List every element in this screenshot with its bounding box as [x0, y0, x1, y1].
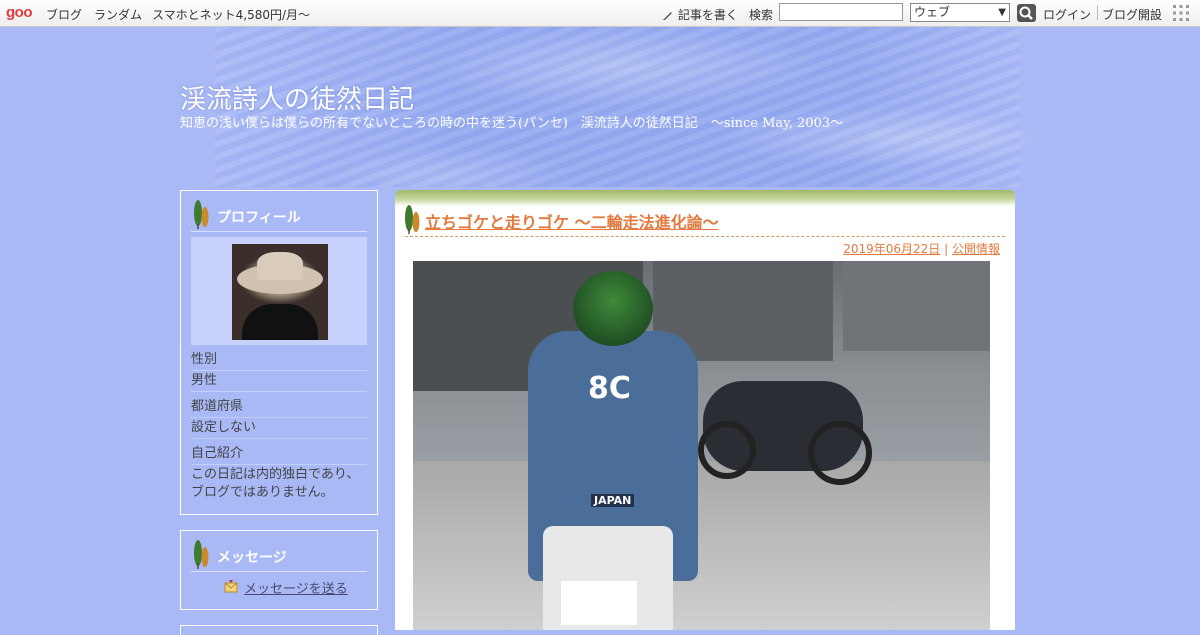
avatar[interactable] — [232, 244, 328, 340]
post-title-link[interactable]: 立ちゴケと走りゴケ ～二輪走法進化論～ — [425, 209, 719, 233]
app-grid-icon[interactable] — [1172, 4, 1190, 22]
profile-heading: プロフィール — [217, 210, 301, 226]
meta-separator: | — [944, 242, 949, 256]
search-label: 検索 — [749, 8, 774, 22]
license-plate — [561, 581, 637, 625]
jacket-text: 8C — [588, 371, 631, 406]
grass-banner — [395, 190, 1015, 206]
green-helmet — [573, 271, 653, 346]
message-header: メッセージ — [191, 531, 367, 572]
tree-icon — [405, 205, 420, 234]
search-input[interactable] — [779, 3, 903, 21]
write-post-label: 記事を書く — [677, 8, 738, 22]
blog-subtitle: 知恵の浅い僕らは僕らの所有でないところの時の中を迷う(パンセ) 渓流詩人の徒然日… — [180, 116, 844, 131]
blog-header: 渓流詩人の徒然日記 知恵の浅い僕らは僕らの所有でないところの時の中を迷う(パンセ… — [0, 27, 1200, 187]
tree-icon — [194, 540, 209, 569]
profile-label-gender: 性別 — [191, 350, 367, 371]
profile-value-prefecture: 設定しない — [191, 418, 367, 439]
search-icon — [1019, 6, 1033, 20]
profile-value-intro: この日記は内的独白であり、ブログではありません。 — [191, 467, 360, 500]
search-scope-select[interactable]: ウェブ ▼ — [910, 3, 1010, 22]
pen-icon — [663, 12, 672, 20]
nav-smartphone-ad[interactable]: スマホとネット4,580円/月～ — [152, 6, 310, 23]
top-bar: goo ブログ ランダム スマホとネット4,580円/月～ 記事を書く 検索 ウ… — [0, 0, 1200, 27]
profile-header: プロフィール — [191, 191, 367, 232]
jacket-patch-text: JAPAN — [591, 494, 635, 507]
post-meta: 2019年06月22日 | 公開情報 — [395, 240, 1000, 257]
profile-label-intro: 自己紹介 — [191, 444, 367, 465]
write-post-link[interactable]: 記事を書く — [662, 6, 738, 23]
chevron-down-icon: ▼ — [998, 7, 1006, 18]
search-button[interactable] — [1017, 4, 1036, 22]
profile-label-prefecture: 都道府県 — [191, 397, 367, 418]
message-box: メッセージ メッセージを送る — [180, 530, 378, 610]
login-link[interactable]: ログイン — [1043, 6, 1091, 23]
message-heading: メッセージ — [217, 550, 287, 566]
mail-icon — [224, 580, 238, 593]
divider — [1097, 5, 1098, 20]
open-blog-link[interactable]: ブログ開設 — [1102, 6, 1162, 23]
main-content: 立ちゴケと走りゴケ ～二輪走法進化論～ 2019年06月22日 | 公開情報 8… — [395, 190, 1015, 630]
visibility-link[interactable]: 公開情報 — [952, 242, 1000, 256]
post-photo[interactable]: 8C JAPAN — [413, 261, 990, 630]
profile-value-gender: 男性 — [191, 371, 367, 392]
next-sidebar-box — [180, 625, 378, 635]
avatar-frame — [191, 237, 367, 345]
search-scope-value: ウェブ — [914, 5, 951, 19]
goo-logo[interactable]: goo — [6, 4, 33, 21]
tree-icon — [194, 200, 209, 229]
blog-title[interactable]: 渓流詩人の徒然日記 — [180, 79, 414, 116]
nav-random[interactable]: ランダム — [94, 6, 142, 23]
profile-box: プロフィール 性別 男性 都道府県 設定しない 自己紹介 この日記は内的独白であ… — [180, 190, 378, 515]
post-date-link[interactable]: 2019年06月22日 — [843, 242, 940, 256]
send-message-link[interactable]: メッセージを送る — [244, 578, 348, 597]
post-header: 立ちゴケと走りゴケ ～二輪走法進化論～ — [405, 205, 1005, 237]
nav-blog[interactable]: ブログ — [46, 6, 82, 23]
send-message-row[interactable]: メッセージを送る — [191, 572, 367, 600]
